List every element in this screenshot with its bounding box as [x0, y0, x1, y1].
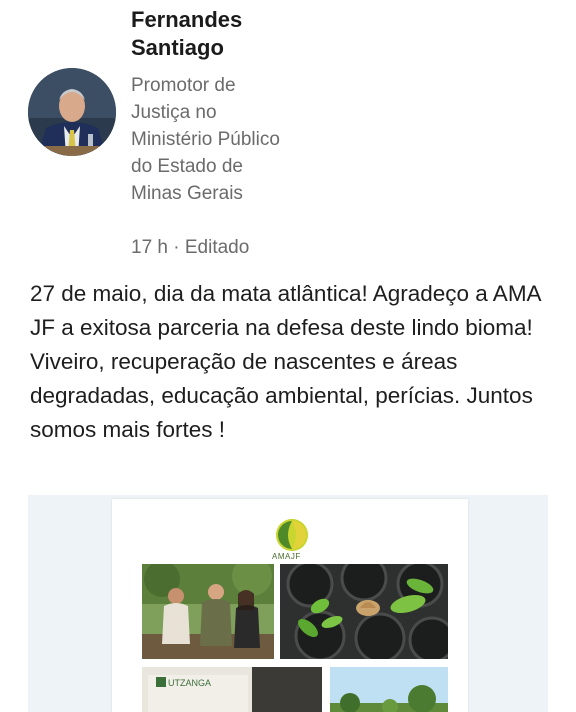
collage-card: AMAJF UTZANGA	[112, 499, 468, 712]
bag-label: UTZANGA	[168, 678, 211, 688]
author-headline: Promotor de Justiça no Ministério Públic…	[131, 75, 280, 204]
logo-text: AMAJF	[272, 552, 301, 561]
post-timestamp: 17 h	[131, 237, 168, 258]
post-image-attachment[interactable]: AMAJF UTZANGA	[28, 495, 548, 712]
edited-label: Editado	[184, 237, 250, 258]
photo-planting	[142, 564, 274, 659]
post-meta: 17 h · Editado	[131, 234, 249, 261]
avatar-photo	[28, 68, 116, 156]
photo-landscape	[330, 667, 448, 712]
linkedin-post: Fernandes Santiago Promotor de Justiça n…	[0, 0, 576, 712]
post-body: 27 de maio, dia da mata atlântica! Agrad…	[30, 281, 541, 442]
author-name[interactable]: Fernandes Santiago	[131, 6, 311, 62]
meta-separator: ·	[167, 237, 185, 258]
ama-jf-logo-icon	[276, 519, 308, 551]
photo-seedlings	[280, 564, 448, 659]
photo-seed-bag: UTZANGA	[142, 667, 322, 712]
author-avatar[interactable]	[28, 68, 116, 156]
